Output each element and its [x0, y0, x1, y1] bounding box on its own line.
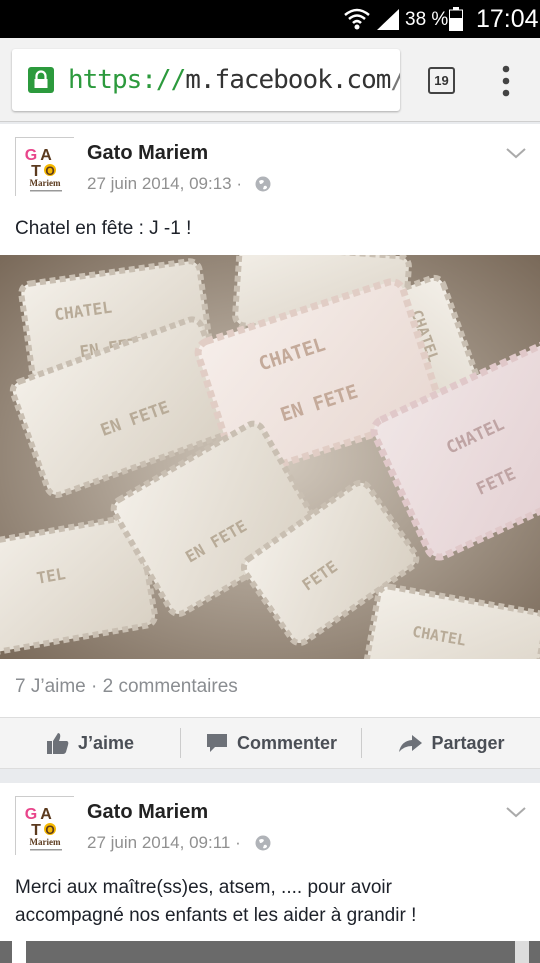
avatar[interactable]: G A T O Mariem: [15, 137, 75, 197]
thumbs-up-icon: [46, 733, 69, 754]
logo-letter-g: G: [25, 806, 37, 823]
logo-word: Mariem: [30, 178, 61, 188]
battery-icon: [449, 7, 463, 31]
url-host: m.facebook.com: [185, 65, 391, 95]
reaction-counts[interactable]: 7 J’aime · 2 commentaires: [15, 676, 238, 698]
post-text: Chatel en fête : J -1 !: [15, 218, 192, 239]
post-actions: J’aime Commenter Partager: [0, 717, 540, 769]
logo-letter-a: A: [40, 147, 52, 164]
post-date: 27 juin 2014, 09:11 ·: [87, 833, 241, 852]
signal-icon: [377, 9, 399, 30]
url-bar[interactable]: https://m.facebook.com/pag: [12, 49, 400, 111]
url-scheme: https://: [68, 65, 186, 95]
wifi-icon: [344, 8, 370, 30]
url-path: /pag: [390, 65, 400, 95]
comment-icon: [206, 734, 227, 752]
like-label: J’aime: [77, 732, 135, 753]
logo-letter-o: O: [45, 823, 54, 837]
gato-mariem-logo: G A T O Mariem: [16, 797, 75, 856]
gato-mariem-logo: G A T O Mariem: [16, 138, 75, 197]
share-label: Partager: [431, 732, 505, 753]
globe-icon: [255, 835, 271, 851]
post-text: Merci aux maître(ss)es, atsem, .... pour…: [15, 874, 416, 930]
logo-letter-g: G: [25, 147, 37, 164]
post-timestamp[interactable]: 27 juin 2014, 09:13 ·: [87, 174, 242, 194]
battery-percent: 38 %: [405, 9, 449, 30]
tabs-button[interactable]: 19: [428, 67, 455, 94]
post-date: 27 juin 2014, 09:13 ·: [87, 174, 243, 193]
post-author[interactable]: Gato Mariem: [87, 142, 208, 165]
logo-word: Mariem: [30, 837, 61, 847]
post-card: G A T O Mariem Gato Mariem 27 juin 2014,…: [0, 124, 540, 769]
post-card: G A T O Mariem Gato Mariem 27 juin 2014,…: [0, 783, 540, 963]
comment-button[interactable]: Commenter: [181, 718, 361, 768]
lock-icon: [28, 67, 54, 93]
share-icon: [399, 735, 423, 752]
avatar[interactable]: G A T O Mariem: [15, 796, 75, 856]
logo-letter-a: A: [40, 806, 52, 823]
chevron-down-icon[interactable]: [505, 146, 527, 160]
comment-label: Commenter: [236, 732, 338, 753]
clock: 17:04: [476, 5, 539, 33]
chevron-down-icon[interactable]: [505, 805, 527, 819]
logo-letter-o: O: [45, 164, 54, 178]
url-text: https://m.facebook.com/pag: [68, 65, 400, 95]
share-button[interactable]: Partager: [362, 718, 540, 768]
biscuits-image: CHATEL EN FETE CHATEL EN FETE CHATEL EN …: [0, 255, 540, 659]
overflow-menu-icon[interactable]: [496, 64, 516, 98]
like-button[interactable]: J’aime: [0, 718, 180, 768]
post-text-line: Merci aux maître(ss)es, atsem, .... pour…: [15, 877, 392, 898]
post-author[interactable]: Gato Mariem: [87, 801, 208, 824]
status-bar: 38 % 17:04: [0, 0, 540, 38]
post-timestamp[interactable]: 27 juin 2014, 09:11 ·: [87, 833, 241, 853]
browser-toolbar: https://m.facebook.com/pag 19: [0, 38, 540, 122]
globe-icon: [255, 176, 271, 192]
post-text-line: accompagné nos enfants et les aider à gr…: [15, 905, 417, 926]
post-photo[interactable]: CHATEL EN FETE CHATEL EN FETE CHATEL EN …: [0, 255, 540, 659]
